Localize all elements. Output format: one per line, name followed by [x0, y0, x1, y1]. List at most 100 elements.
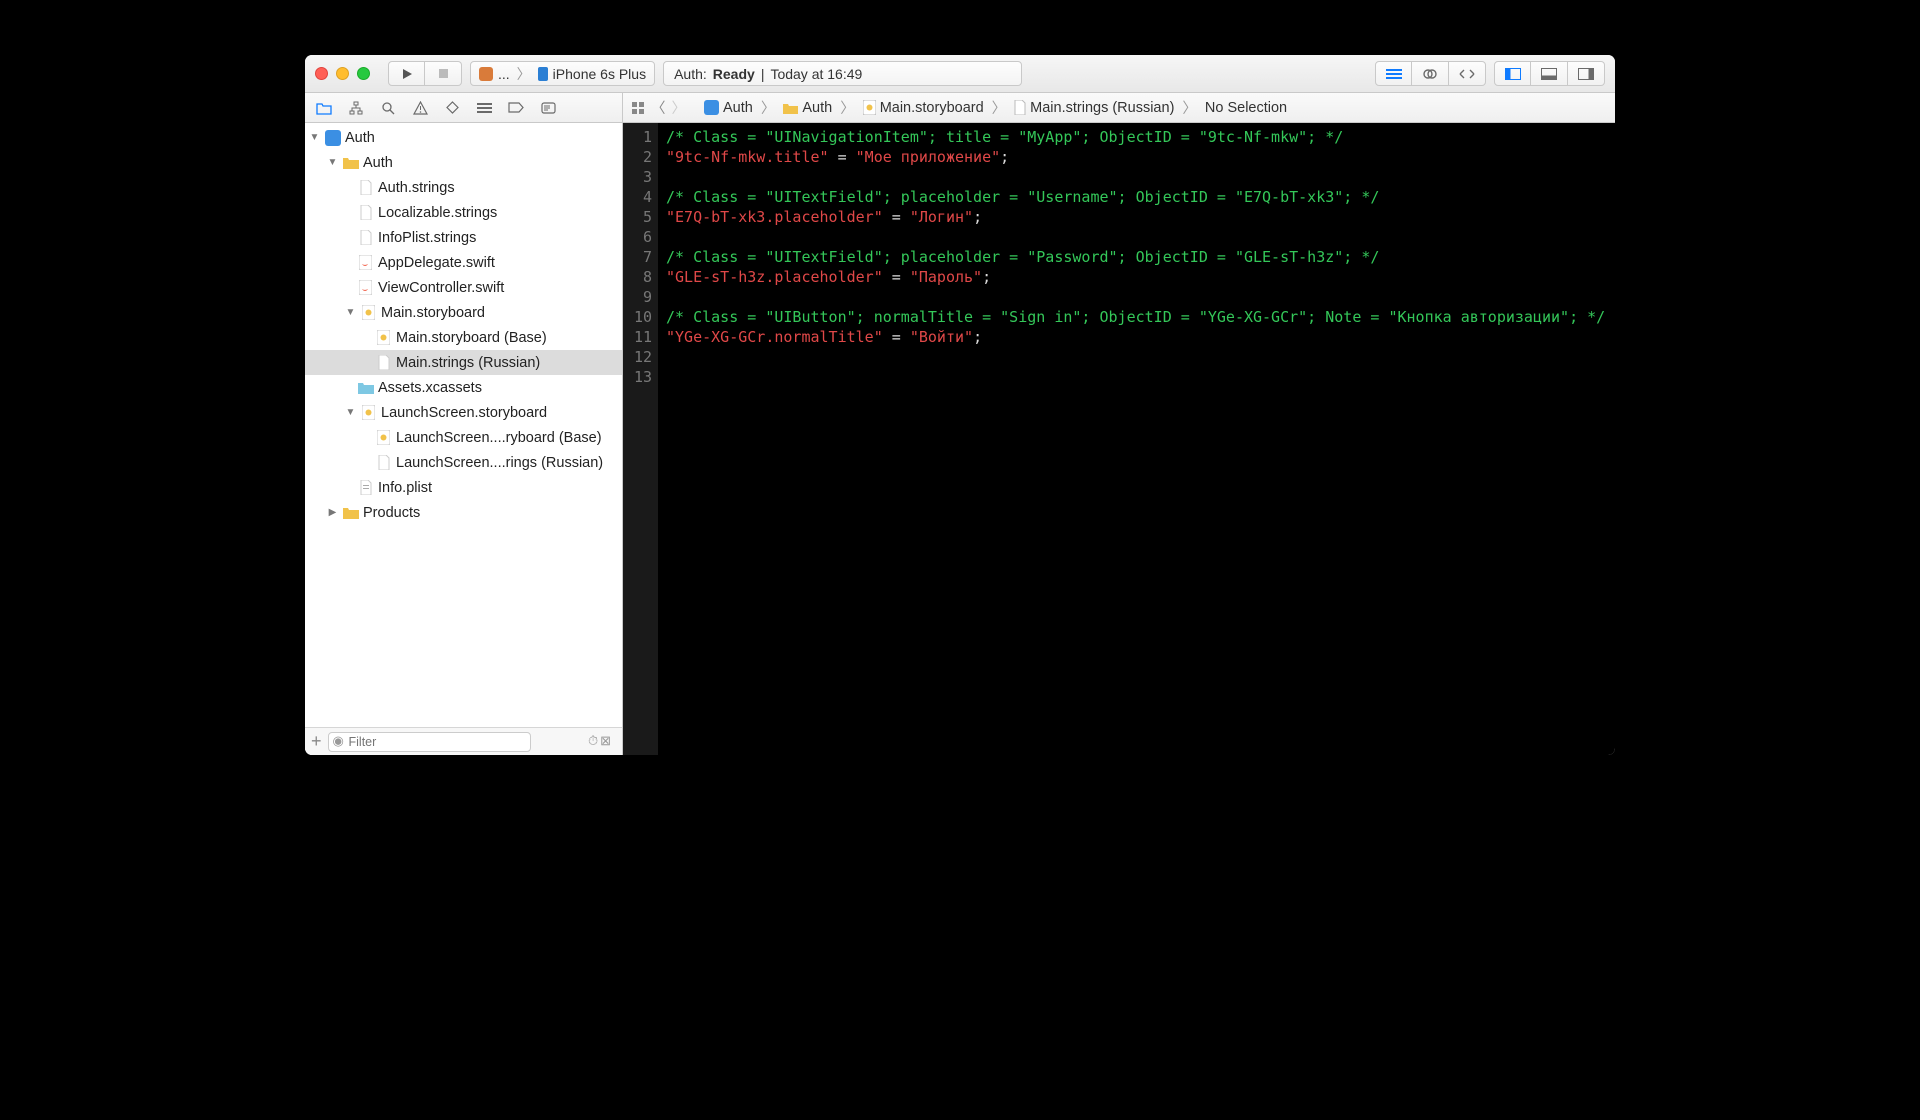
- chevron-right-icon: 〉: [840, 97, 855, 118]
- scm-filter-icon[interactable]: ⊠: [600, 733, 611, 749]
- tree-file-selected[interactable]: Main.strings (Russian): [305, 350, 622, 375]
- tree-storyboard[interactable]: ▼Main.storyboard: [305, 300, 622, 325]
- version-editor-icon: [1459, 68, 1475, 80]
- tree-label: AppDelegate.swift: [378, 255, 495, 271]
- navigator-tab-bar: [305, 93, 623, 122]
- project-navigator-tab[interactable]: [311, 96, 337, 120]
- tree-file[interactable]: Main.storyboard (Base): [305, 325, 622, 350]
- filter-input[interactable]: [328, 732, 531, 752]
- editor-mode-segment: [1375, 61, 1486, 86]
- crumb-selection[interactable]: No Selection: [1205, 100, 1287, 116]
- activity-prefix: Auth:: [674, 66, 707, 82]
- left-panel-icon: [1505, 68, 1521, 80]
- xcode-window: ... 〉 iPhone 6s Plus Auth: Ready | Today…: [305, 55, 1615, 755]
- run-stop-segment: [388, 61, 462, 86]
- source-editor[interactable]: 12345678910111213 /* Class = "UINavigati…: [623, 123, 1615, 755]
- stop-button[interactable]: [425, 61, 462, 86]
- back-button[interactable]: 〈: [651, 97, 666, 118]
- jump-bar[interactable]: 〈 〉 Auth 〉 Auth 〉 Main.storyboard 〉 Main…: [623, 93, 1615, 122]
- activity-status: Ready: [713, 66, 755, 82]
- tree-folder-auth[interactable]: ▼Auth: [305, 150, 622, 175]
- file-icon: [378, 355, 390, 370]
- activity-sep: |: [761, 66, 765, 82]
- tree-file[interactable]: ViewController.swift: [305, 275, 622, 300]
- toggle-debug-button[interactable]: [1531, 61, 1568, 86]
- tree-plist[interactable]: Info.plist: [305, 475, 622, 500]
- tree-file[interactable]: InfoPlist.strings: [305, 225, 622, 250]
- tree-file[interactable]: Auth.strings: [305, 175, 622, 200]
- issue-navigator-tab[interactable]: [407, 96, 433, 120]
- test-navigator-tab[interactable]: [439, 96, 465, 120]
- project-icon: [704, 100, 719, 115]
- clock-icon[interactable]: ⏱: [588, 733, 598, 749]
- folder-icon: [783, 102, 798, 114]
- tree-label: Info.plist: [378, 480, 432, 496]
- assistant-editor-icon: [1423, 67, 1437, 81]
- crumb-project[interactable]: Auth: [704, 100, 753, 116]
- standard-editor-icon: [1386, 68, 1402, 80]
- zoom-window-button[interactable]: [357, 67, 370, 80]
- add-button[interactable]: +: [311, 731, 322, 752]
- folder-icon: [343, 506, 359, 519]
- report-navigator-tab[interactable]: [535, 96, 561, 120]
- version-editor-button[interactable]: [1449, 61, 1486, 86]
- close-window-button[interactable]: [315, 67, 328, 80]
- chevron-right-icon: 〉: [1182, 97, 1197, 118]
- tree-label: Assets.xcassets: [378, 380, 482, 396]
- find-navigator-tab[interactable]: [375, 96, 401, 120]
- navigator-filter-bar: + ◉ ⏱⊠: [305, 727, 622, 755]
- nav-tree[interactable]: ▼Auth ▼Auth Auth.strings Localizable.str…: [305, 123, 622, 727]
- tree-label: InfoPlist.strings: [378, 230, 476, 246]
- crumb-folder[interactable]: Auth: [783, 100, 832, 116]
- chevron-right-icon: 〉: [517, 64, 531, 84]
- crumb-storyboard[interactable]: Main.storyboard: [863, 100, 984, 116]
- scheme-selector[interactable]: ... 〉 iPhone 6s Plus: [470, 61, 655, 86]
- tree-launchscreen[interactable]: ▼LaunchScreen.storyboard: [305, 400, 622, 425]
- report-icon: [541, 102, 556, 114]
- symbol-navigator-tab[interactable]: [343, 96, 369, 120]
- crumb-strings[interactable]: Main.strings (Russian): [1014, 100, 1174, 116]
- folder-icon: [343, 156, 359, 169]
- file-icon: [360, 180, 372, 195]
- minimize-window-button[interactable]: [336, 67, 349, 80]
- activity-time: Today at 16:49: [770, 66, 862, 82]
- tree-assets[interactable]: Assets.xcassets: [305, 375, 622, 400]
- storyboard-icon: [863, 100, 876, 115]
- tree-file[interactable]: Localizable.strings: [305, 200, 622, 225]
- gauge-icon: [477, 102, 492, 114]
- debug-navigator-tab[interactable]: [471, 96, 497, 120]
- assistant-editor-button[interactable]: [1412, 61, 1449, 86]
- tree-label: Localizable.strings: [378, 205, 497, 221]
- app-icon: [479, 67, 493, 81]
- file-icon: [1014, 100, 1026, 115]
- standard-editor-button[interactable]: [1375, 61, 1412, 86]
- tree-label: Auth.strings: [378, 180, 455, 196]
- tree-file[interactable]: LaunchScreen....ryboard (Base): [305, 425, 622, 450]
- tree-products[interactable]: ▶Products: [305, 500, 622, 525]
- toggle-utilities-button[interactable]: [1568, 61, 1605, 86]
- hierarchy-icon: [349, 101, 363, 115]
- chevron-right-icon: 〉: [992, 97, 1007, 118]
- breakpoint-icon: [508, 102, 524, 113]
- play-icon: [401, 68, 413, 80]
- tree-label: ViewController.swift: [378, 280, 504, 296]
- filter-icon: ◉: [333, 733, 344, 749]
- code-area[interactable]: /* Class = "UINavigationItem"; title = "…: [658, 123, 1615, 755]
- bottom-panel-icon: [1541, 68, 1557, 80]
- chevron-right-icon: 〉: [761, 97, 776, 118]
- run-button[interactable]: [388, 61, 425, 86]
- file-icon: [360, 205, 372, 220]
- tree-file[interactable]: AppDelegate.swift: [305, 250, 622, 275]
- window-controls: [315, 67, 370, 80]
- breakpoint-navigator-tab[interactable]: [503, 96, 529, 120]
- swift-icon: [359, 280, 372, 295]
- forward-button[interactable]: 〉: [672, 97, 687, 118]
- tree-project[interactable]: ▼Auth: [305, 125, 622, 150]
- tree-label: Main.storyboard: [381, 305, 485, 321]
- toggle-navigator-button[interactable]: [1494, 61, 1531, 86]
- tree-label: LaunchScreen....ryboard (Base): [396, 430, 602, 446]
- secondary-toolbar: 〈 〉 Auth 〉 Auth 〉 Main.storyboard 〉 Main…: [305, 93, 1615, 123]
- file-icon: [360, 230, 372, 245]
- tree-file[interactable]: LaunchScreen....rings (Russian): [305, 450, 622, 475]
- device-icon: [538, 67, 548, 81]
